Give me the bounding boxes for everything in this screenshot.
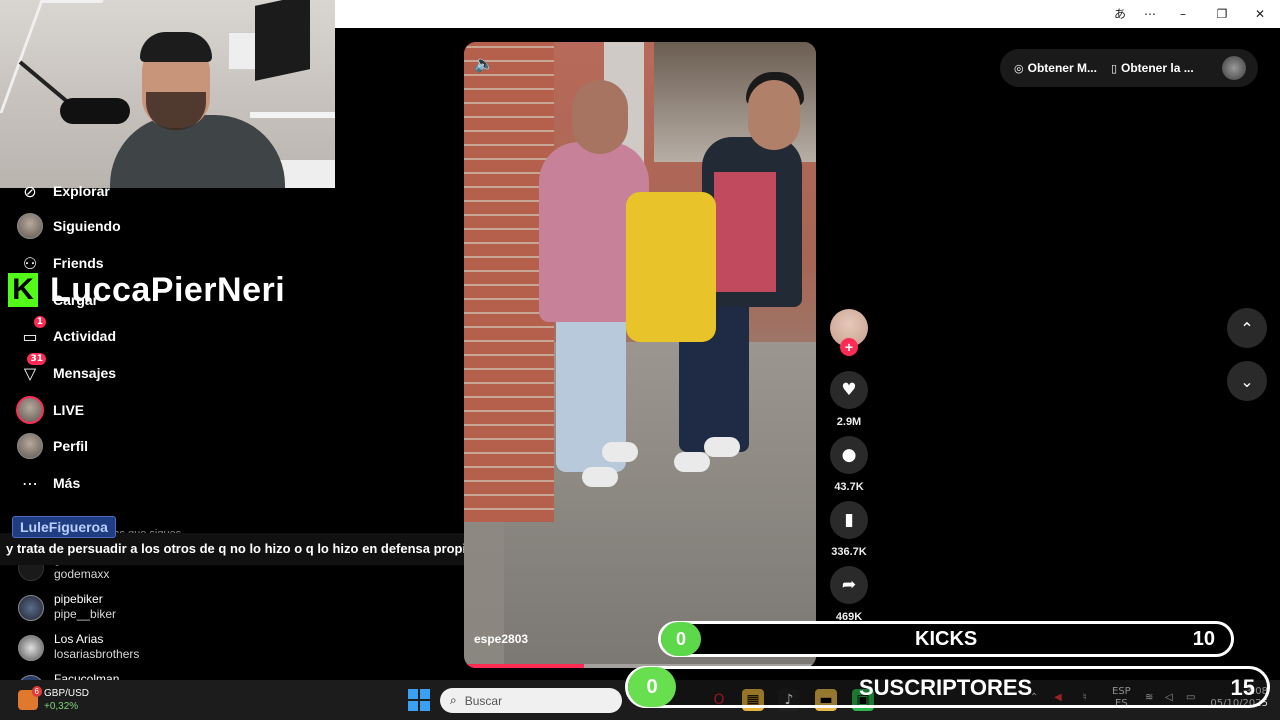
compass-icon: ⊘ <box>23 181 37 201</box>
chat-message-text: y trata de persuadir a los otros de q no… <box>6 541 474 556</box>
share-button[interactable]: ➦ <box>830 566 868 604</box>
sidebar-item-label: Mensajes <box>53 365 117 381</box>
widget-badge: 6 <box>31 686 42 697</box>
activity-badge: 1 <box>33 316 46 328</box>
sidebar-item-label: Actividad <box>53 328 117 344</box>
following-avatar <box>17 213 43 239</box>
following-display: pipebiker <box>54 592 103 606</box>
messages-badge: 31 <box>27 353 46 365</box>
minimize-icon[interactable]: – <box>1175 6 1191 22</box>
follow-plus-icon[interactable]: + <box>840 338 858 356</box>
sidebar-item-label: Explorar <box>53 183 110 199</box>
kicks-label: KICKS <box>915 628 978 650</box>
following-handle: losariasbrothers <box>54 647 140 661</box>
more-horizontal-icon[interactable]: ⋯ <box>1142 6 1158 22</box>
subs-current: 0 <box>628 667 676 707</box>
app-icon: ◎ <box>1014 61 1024 75</box>
get-app-button-2[interactable]: ▯ Obtener la ... <box>1111 61 1194 75</box>
sidebar-item-label: Perfil <box>53 438 89 454</box>
profile-avatar <box>17 433 43 459</box>
restore-icon[interactable]: ❐ <box>1214 6 1230 22</box>
chat-username: LuleFigueroa <box>12 516 116 538</box>
kick-logo: K <box>8 273 38 307</box>
video-player[interactable]: 🔈 espe2803 <box>464 42 816 668</box>
search-icon: ⌕ <box>450 693 457 707</box>
more-icon: ⋯ <box>22 473 38 493</box>
avatar <box>18 595 44 621</box>
webcam-feed <box>0 0 335 188</box>
list-item[interactable]: pipebiker pipe__biker <box>18 592 116 622</box>
browser-title-bar: あ ⋯ – ❐ ✕ <box>335 0 1280 28</box>
get-app-button-1[interactable]: ◎ Obtener M... <box>1014 61 1097 75</box>
sidebar-item-mas[interactable]: ⋯ Más <box>16 468 80 498</box>
subs-label: SUSCRIPTORES <box>859 675 1033 700</box>
start-button[interactable] <box>408 689 430 711</box>
phone-icon: ▯ <box>1110 61 1118 75</box>
heart-icon: ♥ <box>841 380 857 400</box>
sidebar-item-perfil[interactable]: Perfil <box>16 431 88 461</box>
get-app-pill: ◎ Obtener M... ▯ Obtener la ... <box>1000 49 1258 87</box>
stream-brand: K LuccaPierNeri <box>8 270 285 310</box>
sidebar-item-live[interactable]: LIVE <box>16 395 84 425</box>
sidebar-item-label: Más <box>53 475 81 491</box>
bookmark-icon: ▮ <box>844 510 854 530</box>
send-icon: ▽ 31 <box>16 353 46 387</box>
avatar[interactable] <box>1222 56 1246 80</box>
chevron-down-icon: ⌄ <box>1240 371 1254 391</box>
volume-icon[interactable]: 🔈 <box>474 54 494 73</box>
sidebar-item-label: Siguiendo <box>53 218 121 234</box>
kicks-current: 0 <box>661 622 701 656</box>
widget-title: GBP/USD <box>44 688 90 699</box>
translate-icon[interactable]: あ <box>1112 6 1128 22</box>
following-display: Los Arias <box>54 632 104 646</box>
market-icon: 6 <box>18 686 42 710</box>
previous-video-button[interactable]: ⌃ <box>1227 308 1267 348</box>
weather-widget[interactable]: 6 GBP/USD +0,32% <box>18 686 90 713</box>
kicks-goal: 10 <box>1192 628 1215 650</box>
like-button[interactable]: ♥ <box>830 371 868 409</box>
subs-goal-bar: 0 SUSCRIPTORES 15 <box>625 666 1270 708</box>
save-count: 336.7K <box>831 546 867 558</box>
following-handle: pipe__biker <box>54 607 117 621</box>
sidebar-item-actividad[interactable]: ▭ 1 Actividad <box>16 316 117 351</box>
taskbar-search[interactable]: ⌕ Buscar <box>440 688 622 713</box>
sidebar-item-label: Friends <box>53 255 104 271</box>
search-placeholder: Buscar <box>464 693 503 708</box>
microphone <box>60 98 130 124</box>
video-author[interactable]: espe2803 <box>474 632 528 646</box>
like-count: 2.9M <box>836 416 862 428</box>
sidebar-item-siguiendo[interactable]: Siguiendo <box>16 211 121 241</box>
streamer-name: LuccaPierNeri <box>50 270 286 309</box>
comment-button[interactable]: ● <box>830 436 868 474</box>
following-handle: godemaxx <box>54 567 110 581</box>
sidebar-item-mensajes[interactable]: ▽ 31 Mensajes <box>16 353 117 388</box>
comment-count: 43.7K <box>834 481 864 493</box>
kicks-goal-bar: 0 KICKS 10 <box>658 621 1234 657</box>
avatar <box>18 635 44 661</box>
share-icon: ➦ <box>841 575 857 595</box>
chevron-up-icon: ⌃ <box>1240 318 1254 338</box>
activity-icon: ▭ 1 <box>16 316 46 350</box>
subs-goal: 15 <box>1230 675 1255 700</box>
sidebar-item-label: LIVE <box>53 402 85 418</box>
live-avatar <box>16 396 44 424</box>
sidebar-item-explorar[interactable]: ⊘ Explorar <box>16 176 110 206</box>
widget-change: +0,32% <box>44 701 79 712</box>
save-button[interactable]: ▮ <box>830 501 868 539</box>
next-video-button[interactable]: ⌄ <box>1227 361 1267 401</box>
video-progress-fill <box>464 664 584 668</box>
comment-icon: ● <box>841 445 857 465</box>
list-item[interactable]: Los Arias losariasbrothers <box>18 632 139 662</box>
close-icon[interactable]: ✕ <box>1252 6 1268 22</box>
